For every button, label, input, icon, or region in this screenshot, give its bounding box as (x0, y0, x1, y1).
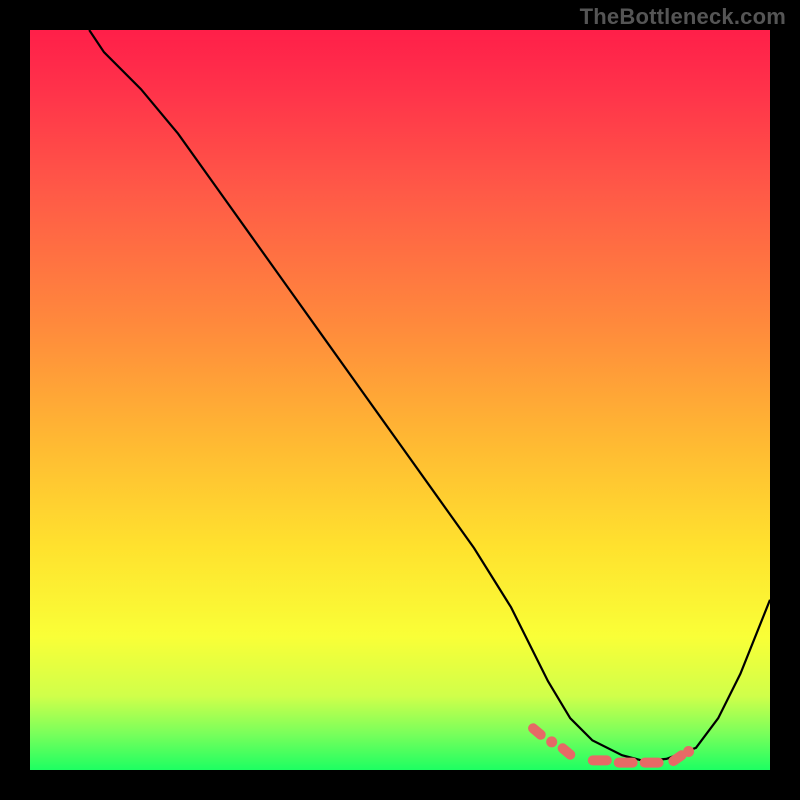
chart-frame: TheBottleneck.com (0, 0, 800, 800)
markers-layer (30, 30, 770, 770)
marker-flat-dash (588, 755, 612, 765)
marker-dot (546, 736, 557, 747)
plot-area (30, 30, 770, 770)
marker-flat-dash (640, 758, 664, 768)
marker-flat-dash (614, 758, 638, 768)
marker-round-dash (526, 721, 548, 742)
marker-dot (683, 746, 694, 757)
watermark-text: TheBottleneck.com (580, 4, 786, 30)
marker-round-dash (556, 741, 578, 762)
marker-group (526, 721, 694, 768)
